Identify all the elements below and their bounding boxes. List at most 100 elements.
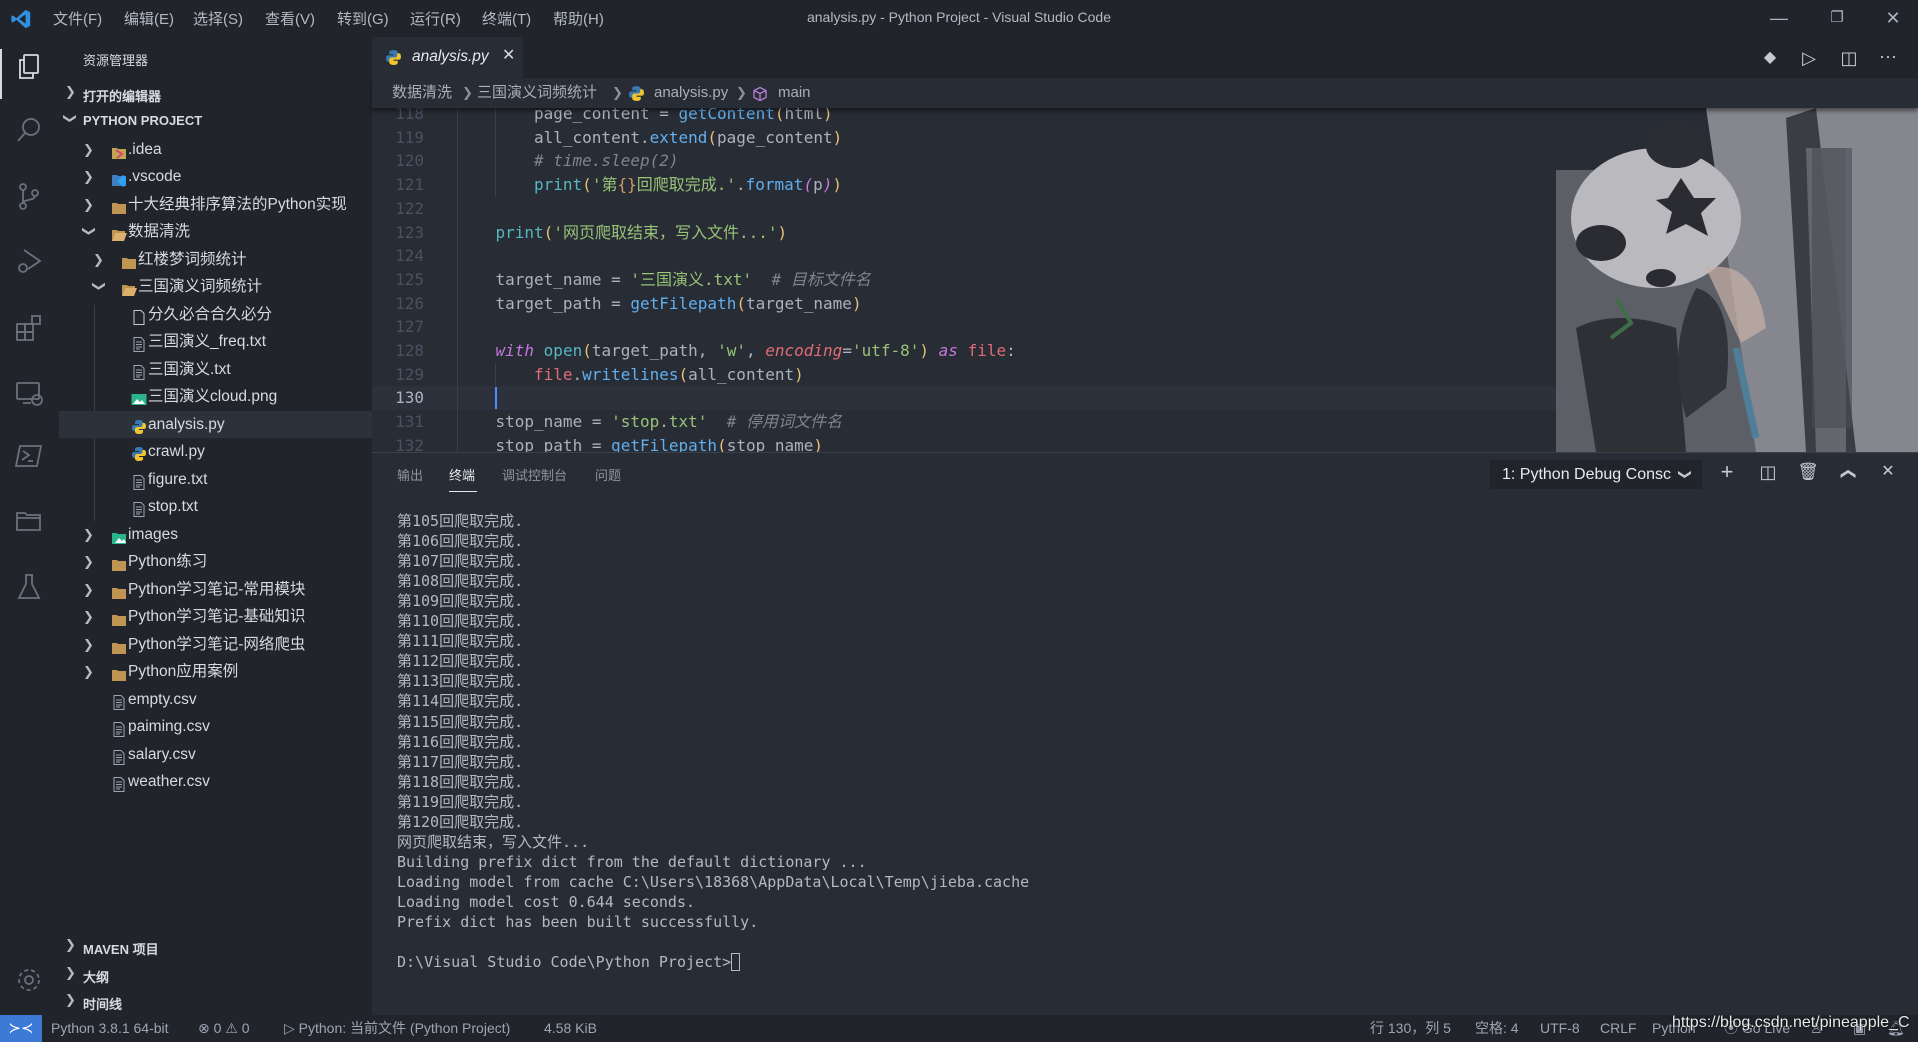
- python-interpreter[interactable]: Python 3.8.1 64-bit: [51, 1015, 169, 1042]
- line-number: 130: [395, 388, 424, 408]
- tree-item-folder[interactable]: ❯ Python学习笔记-网络爬虫: [59, 631, 372, 659]
- tree-item-folder[interactable]: ❯ .idea: [59, 136, 372, 164]
- cursor-position[interactable]: 行 130，列 5: [1370, 1015, 1451, 1042]
- tree-item-label: weather.csv: [128, 773, 210, 790]
- code-editor[interactable]: 118 page_content = getContent(html) 119 all…: [372, 78, 1918, 452]
- close-window-button[interactable]: ✕: [1878, 4, 1908, 32]
- tree-item-folder[interactable]: ❯ Python学习笔记-常用模块: [59, 576, 372, 604]
- code-token: open: [543, 341, 583, 360]
- settings-gear-icon[interactable]: [14, 965, 44, 995]
- tab-analysis-py[interactable]: analysis.py ✕: [372, 37, 523, 78]
- tree-item-folder[interactable]: ❯ Python练习: [59, 548, 372, 576]
- code-token: all_content.: [534, 127, 650, 147]
- line-ending[interactable]: CRLF: [1600, 1015, 1637, 1042]
- code-text: with open(target_path, 'w', encoding='ut…: [496, 339, 1016, 363]
- powershell-icon[interactable]: [14, 441, 44, 471]
- terminal-line-text: 第111回爬取完成.: [397, 632, 524, 651]
- extensions-icon[interactable]: [14, 313, 44, 343]
- maven-section[interactable]: ❯ MAVEN 项目: [59, 936, 372, 958]
- breadcrumb-file[interactable]: analysis.py: [654, 78, 728, 108]
- remote-explorer-icon[interactable]: [14, 378, 44, 408]
- run-debug-icon[interactable]: [14, 246, 44, 276]
- breadcrumb-subfolder[interactable]: 三国演义词频统计: [477, 78, 597, 108]
- tree-item-file[interactable]: stop.txt: [59, 493, 372, 521]
- restore-button[interactable]: ❐: [1822, 4, 1852, 32]
- tree-item-file[interactable]: 三国演义.txt: [59, 356, 372, 384]
- folder-icon: [111, 582, 127, 599]
- explorer-icon[interactable]: [14, 51, 44, 81]
- code-token: ): [777, 222, 788, 242]
- breadcrumb-folder[interactable]: 数据清洗: [392, 78, 452, 108]
- problems-indicator[interactable]: ⊗ 0 ⚠ 0: [198, 1015, 250, 1042]
- terminal-line: 第106回爬取完成.: [397, 531, 523, 551]
- code-token: # time.sleep(2): [534, 151, 679, 171]
- tree-item-file[interactable]: 分久必合合久必分: [59, 301, 372, 329]
- python-file-icon: [131, 444, 147, 461]
- indent-guide: [457, 433, 458, 452]
- tree-item-folder[interactable]: ❯ 三国演义词频统计: [59, 273, 372, 301]
- tree-item-folder[interactable]: ❯ Python应用案例: [59, 658, 372, 686]
- title-bar: 文件(F) 编辑(E) 选择(S) 查看(V) 转到(G) 运行(R) 终端(T…: [0, 0, 1918, 37]
- code-token: format: [745, 175, 804, 195]
- warning-icon: ⚠: [221, 1020, 242, 1036]
- testing-icon[interactable]: [14, 572, 44, 602]
- debug-config[interactable]: ▷ Python: 当前文件 (Python Project): [284, 1015, 510, 1042]
- code-token: target_name =: [495, 269, 631, 289]
- tree-item-file[interactable]: analysis.py: [59, 410, 372, 438]
- tree-item-file[interactable]: paiming.csv: [59, 713, 372, 741]
- minimize-button[interactable]: —: [1764, 4, 1794, 32]
- tree-item-file[interactable]: figure.txt: [59, 466, 372, 494]
- tree-item-label: paiming.csv: [128, 718, 210, 735]
- remote-indicator-icon[interactable]: ≻≺: [0, 1015, 42, 1042]
- split-editor-icon[interactable]: ◫: [1837, 46, 1861, 70]
- terminal-cursor: [731, 953, 741, 972]
- tree-item-folder[interactable]: ❯ images: [59, 521, 372, 549]
- tree-item-file[interactable]: empty.csv: [59, 686, 372, 714]
- tree-item-file[interactable]: 三国演义_freq.txt: [59, 328, 372, 356]
- terminal-output[interactable]: 第105回爬取完成. 第106回爬取完成. 第107回爬取完成. 第108回爬取完成.…: [372, 453, 1918, 1016]
- terminal-line-text: 第108回爬取完成.: [397, 572, 524, 591]
- project-manager-icon[interactable]: [14, 506, 44, 536]
- tree-item-file[interactable]: salary.csv: [59, 741, 372, 769]
- line-number: 132: [395, 435, 424, 452]
- code-token: ): [794, 364, 804, 384]
- python-file-icon: [131, 417, 147, 434]
- search-icon[interactable]: [14, 115, 44, 145]
- tree-item-folder[interactable]: ❯ 红楼梦词频统计: [59, 246, 372, 274]
- watermark-text: https://blog.csdn.net/pineapple_C: [1672, 1014, 1910, 1031]
- chevron-right-icon: ❯: [65, 965, 76, 980]
- tab-close-icon[interactable]: ✕: [502, 45, 515, 65]
- indent-guide: [457, 362, 458, 387]
- code-text: file.writelines(all_content): [534, 363, 804, 387]
- tree-item-folder[interactable]: ❯ Python学习笔记-基础知识: [59, 603, 372, 631]
- code-token: 'stop.txt': [611, 412, 708, 432]
- image-file-icon: [131, 389, 147, 405]
- code-token: getFilepath: [630, 293, 737, 313]
- chevron-right-icon: ❯: [83, 526, 94, 542]
- text-file-icon: [111, 692, 127, 710]
- source-control-icon[interactable]: [14, 181, 44, 211]
- timeline-section[interactable]: ❯ 时间线: [59, 991, 372, 1013]
- tree-item-file[interactable]: crawl.py: [59, 438, 372, 466]
- tree-item-file[interactable]: 三国演义cloud.png: [59, 383, 372, 411]
- breadcrumb-symbol[interactable]: main: [778, 78, 811, 108]
- tree-item-file[interactable]: weather.csv: [59, 768, 372, 796]
- run-file-icon[interactable]: ▷: [1797, 46, 1821, 70]
- encoding[interactable]: UTF-8: [1540, 1015, 1580, 1042]
- file-size: 4.58 KiB: [544, 1020, 597, 1036]
- git-diff-icon[interactable]: ◆: [1758, 46, 1782, 70]
- terminal-line: 第119回爬取完成.: [397, 792, 523, 812]
- line-number: 124: [395, 246, 424, 266]
- tree-item-folder[interactable]: ❯ 十大经典排序算法的Python实现: [59, 191, 372, 219]
- indentation[interactable]: 空格: 4: [1475, 1015, 1519, 1042]
- outline-section[interactable]: ❯ 大纲: [59, 964, 372, 986]
- more-actions-icon[interactable]: ···: [1876, 44, 1900, 68]
- chevron-right-icon: ❯: [83, 581, 94, 597]
- code-token: ): [851, 293, 862, 313]
- tree-item-folder[interactable]: ❯ .vscode: [59, 163, 372, 191]
- chevron-right-icon: ❯: [83, 664, 94, 679]
- terminal-line: 第114回爬取完成.: [397, 691, 523, 711]
- terminal-line: Loading model from cache C:\Users\18368\…: [397, 872, 1029, 892]
- terminal-line-text: 第115回爬取完成.: [397, 712, 524, 731]
- tree-item-folder[interactable]: ❯ 数据清洗: [59, 218, 372, 246]
